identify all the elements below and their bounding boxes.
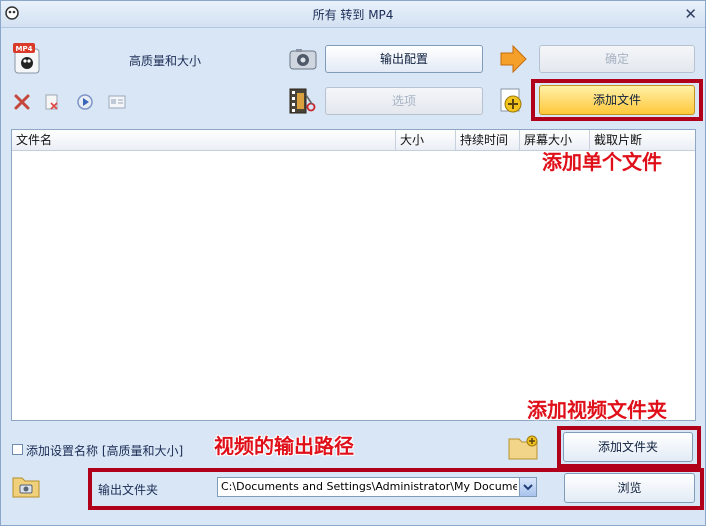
play-icon[interactable] [76, 93, 94, 111]
add-setting-checkbox[interactable] [12, 444, 23, 455]
window-title: 所有 转到 MP4 [312, 8, 394, 22]
add-file-button[interactable]: 添加文件 [539, 85, 695, 115]
column-duration[interactable]: 持续时间 [456, 130, 520, 150]
ok-button[interactable]: 确定 [539, 45, 695, 73]
options-button[interactable]: 选项 [325, 87, 483, 115]
output-folder-label: 输出文件夹 [98, 483, 159, 497]
annotation-add-video-folder: 添加视频文件夹 [527, 398, 667, 422]
title-bar: 所有 转到 MP4 ✕ [1, 1, 705, 28]
add-folder-icon [508, 435, 538, 460]
add-file-icon [500, 88, 522, 113]
media-info-icon[interactable] [108, 94, 126, 110]
remove-icon[interactable] [13, 93, 31, 111]
column-filename[interactable]: 文件名 [12, 130, 396, 150]
output-path-value: C:\Documents and Settings\Administrator\… [221, 480, 517, 493]
open-folder-icon[interactable] [11, 473, 41, 499]
profile-label: 高质量和大小 [129, 54, 202, 68]
output-path-select[interactable]: C:\Documents and Settings\Administrator\… [217, 477, 537, 497]
output-config-icon [289, 49, 317, 70]
annotation-video-output-path: 视频的输出路径 [214, 434, 354, 458]
clear-list-icon[interactable] [43, 93, 61, 111]
arrow-right-icon [500, 44, 527, 74]
annotation-add-single-file: 添加单个文件 [542, 150, 662, 174]
app-window: 所有 转到 MP4 ✕ MP4 高质量和大小 输出配置 确定 选项 添加文件 文… [0, 0, 706, 526]
close-icon[interactable]: ✕ [684, 5, 697, 23]
output-config-button[interactable]: 输出配置 [325, 45, 483, 73]
format-badge: MP4 [15, 45, 33, 53]
dropdown-arrow[interactable] [519, 478, 536, 496]
browse-button[interactable]: 浏览 [564, 473, 695, 503]
add-folder-button[interactable]: 添加文件夹 [563, 432, 693, 462]
column-size[interactable]: 大小 [396, 130, 456, 150]
film-scissors-icon [289, 88, 316, 114]
add-setting-label: 添加设置名称 [高质量和大小] [26, 444, 184, 458]
chevron-down-icon [523, 484, 533, 491]
